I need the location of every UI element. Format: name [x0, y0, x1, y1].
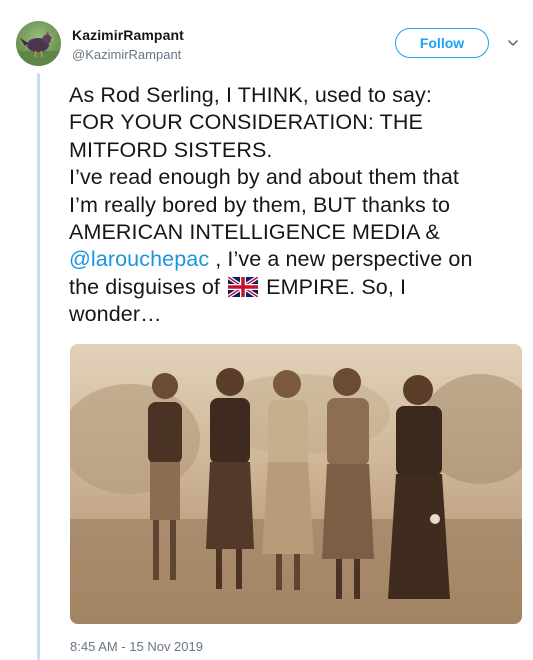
chevron-down-icon[interactable]: [506, 36, 520, 50]
tweet-text-line: MITFORD SISTERS.: [69, 137, 273, 162]
tweet-photo[interactable]: [70, 344, 522, 624]
tweet-text-line: the disguises of EMPIRE. So, I: [69, 274, 524, 301]
uk-flag-icon: [228, 276, 259, 297]
tweet-timestamp[interactable]: 8:45 AM - 15 Nov 2019: [70, 639, 203, 654]
tweet-text-line: @larouchepac , I’ve a new perspective on: [69, 246, 524, 273]
follow-button[interactable]: Follow: [395, 28, 489, 58]
tweet-text-line: I’ve read enough by and about them that: [69, 165, 459, 190]
tweet-text: As Rod Serling, I THINK, used to say: FO…: [69, 82, 524, 329]
avatar[interactable]: [16, 21, 61, 66]
tweet-text-segment: , I’ve a new perspective on: [209, 247, 473, 272]
tweet-text-line: wonder…: [69, 302, 162, 327]
tweet-text-line: AMERICAN INTELLIGENCE MEDIA &: [69, 220, 440, 245]
mention-link[interactable]: @larouchepac: [69, 247, 209, 271]
tweet-text-line: I’m really bored by them, BUT thanks to: [69, 192, 451, 217]
tweet-text-line: As Rod Serling, I THINK, used to say:: [69, 83, 432, 107]
thread-connector-line: [37, 73, 40, 660]
author-name[interactable]: KazimirRampant: [72, 27, 184, 43]
tweet-text-segment: EMPIRE. So, I: [260, 274, 407, 299]
sepia-group-photo: [70, 344, 522, 624]
tweet-text-segment: the disguises of: [69, 274, 227, 299]
tweet-text-line: FOR YOUR CONSIDERATION: THE: [69, 110, 423, 135]
author-handle[interactable]: @KazimirRampant: [72, 47, 181, 62]
bird-avatar-icon: [16, 31, 61, 66]
